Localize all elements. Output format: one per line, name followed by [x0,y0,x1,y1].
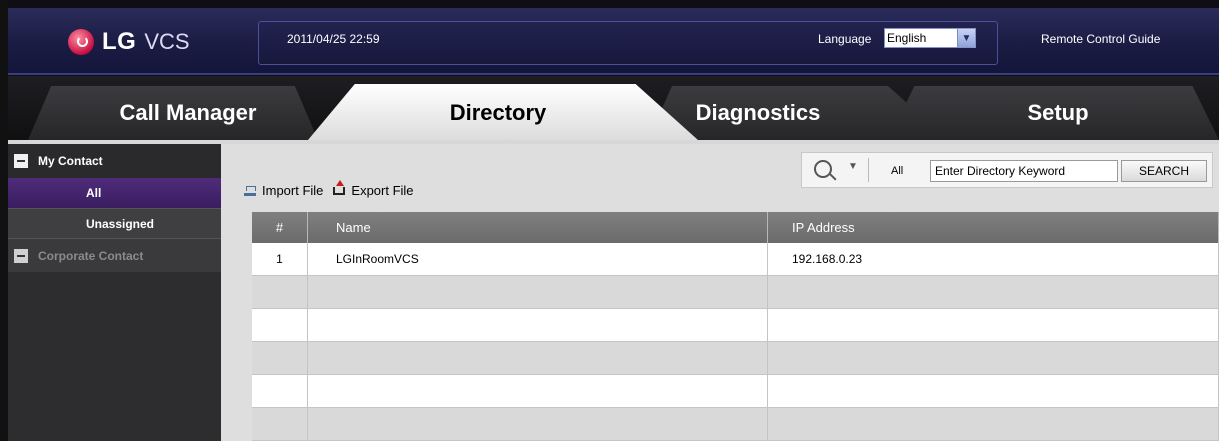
column-header-number[interactable]: # [252,212,308,243]
contact-table: # Name IP Address 1 LGInRoomVCS 192.168.… [252,212,1219,441]
row-name [308,309,768,341]
row-ip [768,375,1219,407]
row-ip [768,408,1219,440]
search-scope[interactable]: All [891,165,903,177]
row-name [308,342,768,374]
row-name [308,276,768,308]
tab-diagnostics[interactable]: Diagnostics [658,86,858,140]
row-ip [768,276,1219,308]
table-row[interactable] [252,309,1219,342]
row-number [252,408,308,440]
tab-directory[interactable]: Directory [388,86,608,140]
table-row[interactable] [252,276,1219,309]
row-ip [768,342,1219,374]
row-number [252,309,308,341]
file-actions: Import File Export File [244,179,414,198]
collapse-icon[interactable] [14,248,28,263]
tab-setup[interactable]: Setup [958,86,1158,140]
row-ip [768,309,1219,341]
chevron-down-icon[interactable]: ▼ [957,29,975,47]
search-input[interactable] [930,160,1118,182]
search-icon[interactable] [814,160,832,178]
table-header: # Name IP Address [252,212,1219,243]
export-icon [333,179,346,195]
row-name: LGInRoomVCS [308,243,768,275]
table-row[interactable] [252,342,1219,375]
sidebar-group-my-contact[interactable]: My Contact [8,144,221,178]
sidebar-group-label: Corporate Contact [38,248,144,263]
row-name [308,375,768,407]
lg-logo: LG VCS [68,22,190,62]
collapse-icon[interactable] [14,154,28,168]
tab-call-manager[interactable]: Call Manager [88,86,288,140]
row-number: 1 [252,243,308,275]
language-label: Language [818,32,872,46]
sidebar-item-all[interactable]: All [8,178,221,208]
search-button[interactable]: SEARCH [1121,160,1207,182]
table-row[interactable]: 1 LGInRoomVCS 192.168.0.23 [252,243,1219,276]
directory-panel: ▼ All SEARCH Import File Export File # N… [221,144,1219,441]
import-file-button[interactable]: Import File [262,183,323,198]
table-row[interactable] [252,375,1219,408]
column-header-ip[interactable]: IP Address [768,212,1219,243]
remote-control-guide-link[interactable]: Remote Control Guide [1041,32,1160,46]
sidebar-group-label: My Contact [38,154,103,168]
search-bar: ▼ All SEARCH [801,152,1213,188]
language-select[interactable]: English ▼ [884,28,976,48]
contact-sidebar: My Contact All Unassigned Corporate Cont… [8,144,221,441]
export-file-button[interactable]: Export File [351,183,413,198]
caret-down-icon[interactable]: ▼ [848,161,858,172]
column-header-name[interactable]: Name [308,212,768,243]
logo-product: VCS [144,29,190,54]
table-row[interactable] [252,408,1219,441]
row-number [252,276,308,308]
import-icon [244,185,256,196]
divider [868,158,869,182]
sidebar-group-corporate-contact[interactable]: Corporate Contact [8,238,221,272]
top-header: LG VCS [8,8,1219,75]
lg-logo-icon [68,29,94,55]
datetime-display: 2011/04/25 22:59 [287,32,380,46]
main-tab-bar: Call Manager Directory Diagnostics Setup [8,76,1219,140]
language-value: English [887,31,927,45]
logo-brand: LG [102,28,137,55]
row-number [252,375,308,407]
row-ip: 192.168.0.23 [768,243,1219,275]
row-number [252,342,308,374]
sidebar-item-unassigned[interactable]: Unassigned [8,208,221,238]
row-name [308,408,768,440]
